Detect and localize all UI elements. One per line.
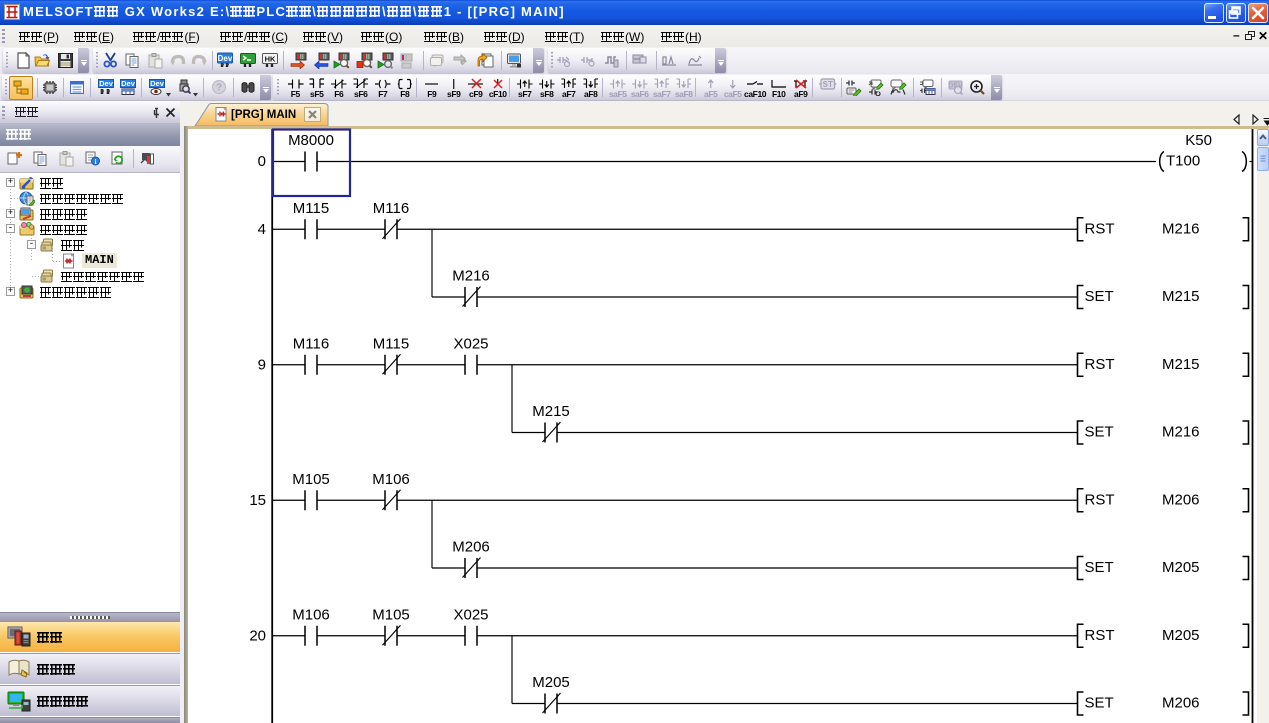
svg-text:M206: M206 <box>1162 695 1200 712</box>
svg-text:M216: M216 <box>1162 424 1200 441</box>
svg-text:M216: M216 <box>1162 220 1200 237</box>
svg-text:M8000: M8000 <box>288 132 334 149</box>
svg-text:M115: M115 <box>293 200 329 217</box>
svg-text:M215: M215 <box>1162 288 1200 305</box>
svg-text:M216: M216 <box>452 268 490 285</box>
svg-text:Dev: Dev <box>121 79 136 88</box>
svg-text:M205: M205 <box>1162 627 1200 644</box>
svg-text:SET: SET <box>1085 559 1114 576</box>
svg-text:M206: M206 <box>1162 491 1200 508</box>
svg-text:Dev: Dev <box>150 79 165 88</box>
svg-text:X025: X025 <box>453 606 488 623</box>
svg-text:M205: M205 <box>1162 559 1200 576</box>
svg-text:SET: SET <box>1085 695 1114 712</box>
svg-text:HK: HK <box>265 55 276 64</box>
svg-text:M115: M115 <box>373 335 409 352</box>
svg-text:M215: M215 <box>532 403 570 420</box>
svg-text:4: 4 <box>258 221 266 238</box>
svg-text:20: 20 <box>249 627 266 644</box>
svg-text:0: 0 <box>258 153 266 170</box>
svg-text:K50: K50 <box>1185 132 1212 149</box>
svg-text:RST: RST <box>1085 627 1115 644</box>
svg-text:M105: M105 <box>372 606 410 623</box>
svg-text:9: 9 <box>258 356 266 373</box>
svg-text:M105: M105 <box>292 471 330 488</box>
svg-text:15: 15 <box>249 492 266 509</box>
svg-text:RST: RST <box>1085 491 1115 508</box>
svg-text:M215: M215 <box>1162 356 1200 373</box>
svg-text:ST: ST <box>823 80 833 89</box>
svg-text:M106: M106 <box>372 471 410 488</box>
svg-text:M116: M116 <box>373 200 409 217</box>
svg-text:M206: M206 <box>452 539 490 556</box>
svg-text:X025: X025 <box>453 335 488 352</box>
svg-text:Dev: Dev <box>99 79 114 88</box>
svg-text:RST: RST <box>1085 356 1115 373</box>
svg-text:Dev: Dev <box>218 54 233 63</box>
svg-text:M106: M106 <box>292 606 330 623</box>
svg-text:SET: SET <box>1085 288 1114 305</box>
svg-text:M205: M205 <box>532 674 570 691</box>
svg-text:i: i <box>94 157 96 166</box>
svg-text:?: ? <box>216 83 222 94</box>
svg-text:SET: SET <box>1085 424 1114 441</box>
svg-text:RST: RST <box>1085 220 1115 237</box>
svg-text:M116: M116 <box>293 335 329 352</box>
svg-text:T100: T100 <box>1166 153 1200 170</box>
